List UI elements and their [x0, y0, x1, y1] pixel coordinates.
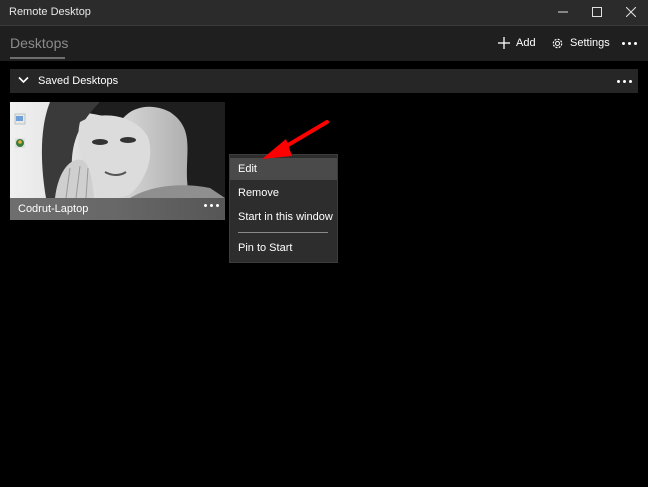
group-more-button[interactable] — [617, 74, 632, 88]
chevron-down-icon — [18, 76, 29, 84]
minimize-icon — [558, 11, 568, 13]
menu-item-start-in-this-window[interactable]: Start in this window — [230, 206, 337, 228]
tab-underline — [10, 57, 65, 59]
tab-desktops[interactable]: Desktops — [10, 35, 68, 51]
app-bar: Desktops Add Settings — [0, 26, 648, 61]
plus-icon — [498, 37, 510, 49]
desktop-tile[interactable]: Codrut-Laptop — [10, 102, 225, 220]
tile-footer: Codrut-Laptop — [10, 198, 225, 220]
menu-item-remove[interactable]: Remove — [230, 182, 337, 204]
menu-separator — [238, 232, 328, 233]
maximize-icon — [592, 7, 602, 17]
more-button[interactable] — [616, 31, 642, 55]
close-button[interactable] — [614, 0, 648, 25]
close-icon — [626, 7, 636, 17]
menu-item-label: Start in this window — [238, 211, 333, 223]
tile-more-button[interactable] — [204, 204, 219, 207]
menu-item-label: Pin to Start — [238, 242, 293, 254]
more-icon — [204, 204, 207, 207]
group-header-saved-desktops[interactable]: Saved Desktops — [10, 69, 638, 93]
maximize-button[interactable] — [580, 0, 614, 25]
title-bar: Remote Desktop — [0, 0, 648, 26]
menu-item-label: Remove — [238, 187, 279, 199]
settings-button[interactable]: Settings — [551, 31, 610, 55]
group-label: Saved Desktops — [38, 75, 119, 87]
desktop-name: Codrut-Laptop — [18, 203, 89, 215]
window-title: Remote Desktop — [9, 6, 91, 18]
gear-icon — [552, 38, 563, 48]
context-menu: Edit Remove Start in this window Pin to … — [229, 154, 338, 263]
menu-item-pin-to-start[interactable]: Pin to Start — [230, 237, 337, 259]
add-button[interactable]: Add — [498, 31, 536, 55]
more-icon — [621, 41, 625, 45]
menu-item-label: Edit — [238, 163, 257, 175]
settings-label: Settings — [570, 37, 610, 49]
more-icon — [617, 79, 620, 83]
add-label: Add — [516, 37, 536, 49]
menu-item-edit[interactable]: Edit — [230, 158, 337, 180]
minimize-button[interactable] — [546, 0, 580, 25]
